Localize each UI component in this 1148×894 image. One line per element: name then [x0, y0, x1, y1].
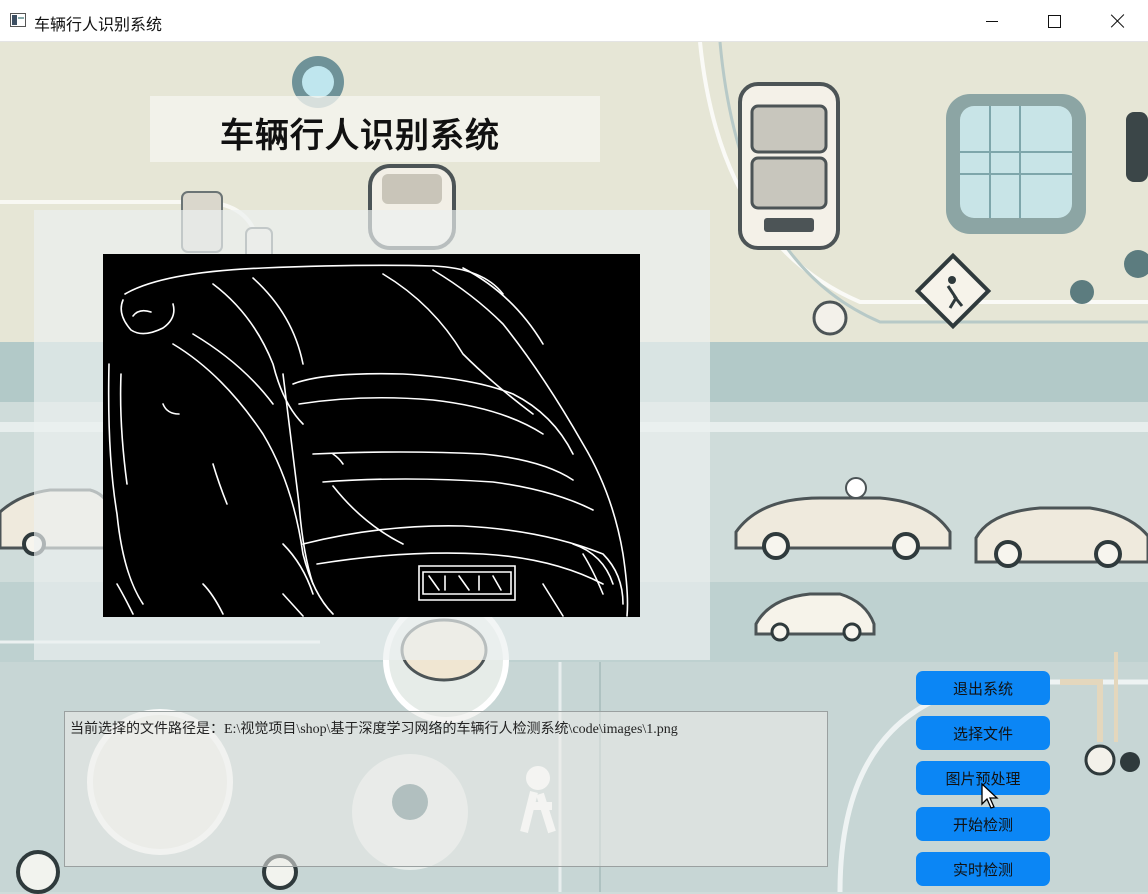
- app-icon: [10, 13, 26, 27]
- title-panel: 车辆行人识别系统: [150, 96, 600, 162]
- preview-image: [103, 254, 640, 617]
- select-file-button[interactable]: 选择文件: [916, 716, 1050, 750]
- file-path-log: 当前选择的文件路径是：E:\视觉项目\shop\基于深度学习网络的车辆行人检测系…: [64, 711, 828, 867]
- minimize-icon: [986, 20, 998, 22]
- maximize-icon: [1047, 14, 1061, 28]
- main-window-client: 车辆行人识别系统 当前选择的文件路径是：E:\视觉项目\shop\基于深度学习网…: [0, 42, 1148, 894]
- minimize-button[interactable]: [960, 0, 1024, 42]
- maximize-button[interactable]: [1022, 0, 1086, 42]
- exit-button[interactable]: 退出系统: [916, 671, 1050, 705]
- window-title: 车辆行人识别系统: [34, 15, 163, 34]
- file-path-text: 当前选择的文件路径是：E:\视觉项目\shop\基于深度学习网络的车辆行人检测系…: [70, 722, 678, 737]
- start-detect-button[interactable]: 开始检测: [916, 807, 1050, 841]
- realtime-detect-button[interactable]: 实时检测: [916, 852, 1050, 886]
- close-button[interactable]: [1086, 0, 1148, 42]
- close-icon: [1111, 14, 1125, 28]
- window-titlebar: 车辆行人识别系统: [0, 0, 1148, 42]
- page-title: 车辆行人识别系统: [220, 116, 500, 156]
- mouse-cursor-icon: [981, 782, 999, 809]
